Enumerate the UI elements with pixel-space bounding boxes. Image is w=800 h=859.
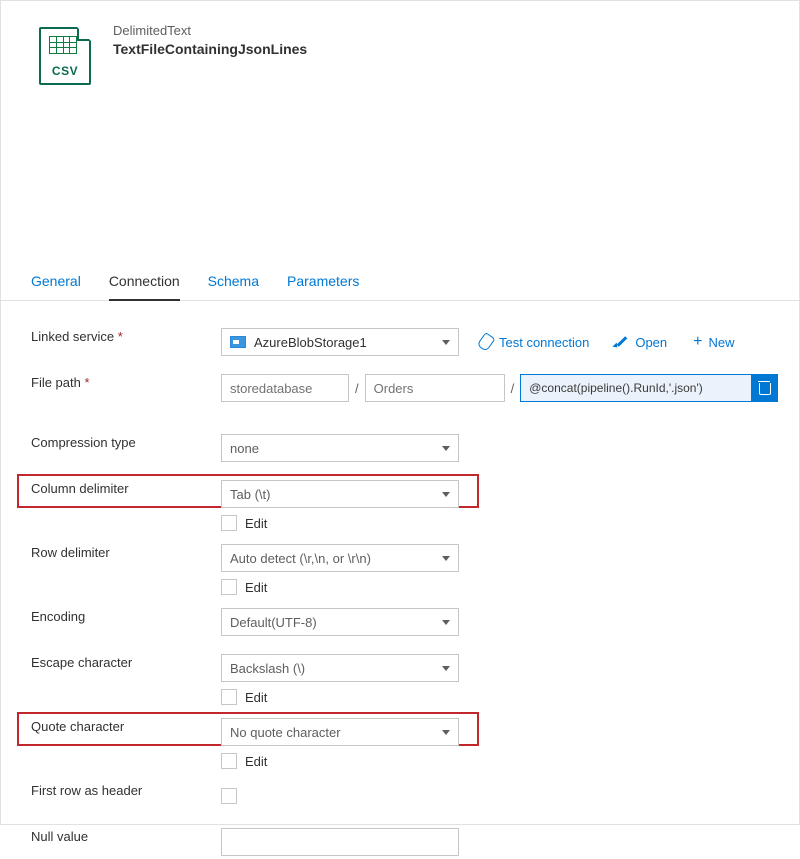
row-delimiter-value: Auto detect (\r,\n, or \r\n) — [230, 551, 371, 566]
quote-character-value: No quote character — [230, 725, 341, 740]
file-path-directory[interactable]: Orders — [365, 374, 505, 402]
label-column-delimiter: Column delimiter — [31, 477, 221, 496]
test-connection-icon — [479, 335, 493, 349]
edit-label: Edit — [245, 690, 267, 705]
new-label: New — [709, 335, 735, 350]
clear-filename-button[interactable] — [751, 375, 777, 401]
csv-icon-label: CSV — [41, 64, 89, 78]
dataset-name: TextFileContainingJsonLines — [113, 41, 307, 57]
null-value-input[interactable] — [221, 828, 459, 856]
encoding-select[interactable]: Default(UTF-8) — [221, 608, 459, 636]
label-first-row-header: First row as header — [31, 779, 221, 798]
label-quote-character: Quote character — [31, 715, 221, 734]
chevron-down-icon — [442, 730, 450, 735]
path-separator: / — [511, 381, 515, 396]
tab-general[interactable]: General — [31, 265, 81, 301]
label-compression-type: Compression type — [31, 431, 221, 450]
chevron-down-icon — [442, 620, 450, 625]
plus-icon: + — [693, 335, 702, 349]
test-connection-button[interactable]: Test connection — [479, 335, 589, 350]
label-row-delimiter: Row delimiter — [31, 541, 221, 560]
dataset-header: CSV DelimitedText TextFileContainingJson… — [1, 1, 799, 85]
chevron-down-icon — [442, 666, 450, 671]
csv-file-icon: CSV — [39, 27, 91, 85]
tab-schema[interactable]: Schema — [208, 265, 259, 301]
first-row-header-checkbox[interactable] — [221, 788, 237, 804]
column-delimiter-value: Tab (\t) — [230, 487, 270, 502]
escape-character-value: Backslash (\) — [230, 661, 305, 676]
file-path-container[interactable]: storedatabase — [221, 374, 349, 402]
label-null-value: Null value — [31, 825, 221, 844]
quote-character-select[interactable]: No quote character — [221, 718, 459, 746]
label-file-path: File path — [31, 371, 221, 390]
file-path-filename[interactable]: @concat(pipeline().RunId,'.json') — [521, 375, 751, 401]
linked-service-select[interactable]: AzureBlobStorage1 — [221, 328, 459, 356]
column-delimiter-select[interactable]: Tab (\t) — [221, 480, 459, 508]
row-delimiter-select[interactable]: Auto detect (\r,\n, or \r\n) — [221, 544, 459, 572]
tab-bar: General Connection Schema Parameters — [1, 265, 799, 301]
chevron-down-icon — [442, 556, 450, 561]
open-button[interactable]: Open — [615, 335, 667, 350]
compression-type-select[interactable]: none — [221, 434, 459, 462]
pencil-icon — [615, 335, 629, 349]
escape-character-edit-checkbox[interactable] — [221, 689, 237, 705]
encoding-value: Default(UTF-8) — [230, 615, 317, 630]
column-delimiter-edit-checkbox[interactable] — [221, 515, 237, 531]
tab-connection[interactable]: Connection — [109, 265, 180, 301]
chevron-down-icon — [442, 492, 450, 497]
connection-form: Linked service AzureBlobStorage1 Test co… — [1, 301, 799, 859]
row-delimiter-edit-checkbox[interactable] — [221, 579, 237, 595]
chevron-down-icon — [442, 340, 450, 345]
chevron-down-icon — [442, 446, 450, 451]
label-encoding: Encoding — [31, 605, 221, 624]
label-escape-character: Escape character — [31, 651, 221, 670]
dataset-type: DelimitedText — [113, 23, 307, 38]
quote-character-edit-checkbox[interactable] — [221, 753, 237, 769]
edit-label: Edit — [245, 580, 267, 595]
label-linked-service: Linked service — [31, 325, 221, 344]
open-label: Open — [635, 335, 667, 350]
trash-icon — [758, 381, 770, 395]
storage-icon — [230, 336, 246, 348]
escape-character-select[interactable]: Backslash (\) — [221, 654, 459, 682]
edit-label: Edit — [245, 754, 267, 769]
compression-type-value: none — [230, 441, 259, 456]
edit-label: Edit — [245, 516, 267, 531]
tab-parameters[interactable]: Parameters — [287, 265, 359, 301]
new-button[interactable]: + New — [693, 335, 734, 350]
test-connection-label: Test connection — [499, 335, 589, 350]
path-separator: / — [355, 381, 359, 396]
linked-service-value: AzureBlobStorage1 — [254, 335, 367, 350]
